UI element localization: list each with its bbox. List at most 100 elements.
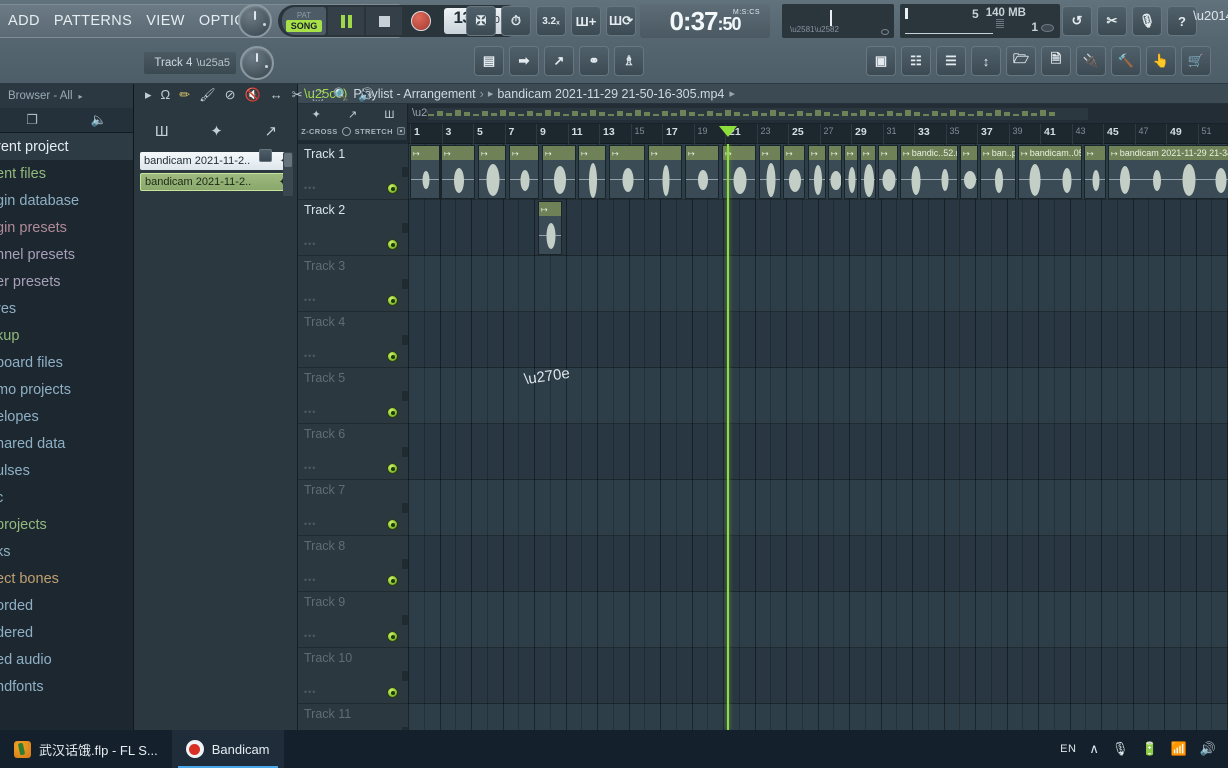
track-volume-knob[interactable] [240, 46, 274, 80]
stretch-toggle[interactable] [396, 127, 405, 135]
browser-item-plugin-presets[interactable]: gin presets [0, 214, 133, 241]
playlist-overview-scrollbar[interactable]: \u2039 [408, 104, 1228, 124]
browser-item-project-bones[interactable]: ect bones [0, 565, 133, 592]
menu-item-patterns[interactable]: PATTERNS [47, 13, 139, 29]
record-button[interactable] [404, 7, 438, 35]
track-enable-led[interactable] [387, 631, 398, 642]
audio-clip[interactable]: ↦ [860, 145, 876, 199]
track-header-10[interactable]: Track 10 ••• [298, 648, 408, 704]
audio-clip[interactable]: ↦ [759, 145, 781, 199]
audio-clip-header[interactable]: ↦ [809, 146, 825, 160]
oscilloscope-panel[interactable]: \u2581\u2582 [782, 4, 894, 38]
select-tool-icon[interactable]: ⬚ [312, 87, 324, 103]
audio-clip-header[interactable]: ↦ [961, 146, 977, 160]
picker-scrollbar[interactable] [283, 152, 293, 196]
audio-clip[interactable]: ↦bandicam 2021-11-29 21-34-16-052.mp4 [1108, 145, 1228, 199]
audio-clip-header[interactable]: ↦ban..p4 [981, 146, 1015, 160]
browser-item-current-project[interactable]: rent project [0, 133, 133, 160]
audio-clip-header[interactable]: ↦ [829, 146, 841, 160]
track-options-dots[interactable]: ••• [304, 575, 316, 585]
track-enable-led[interactable] [387, 463, 398, 474]
automation-icon[interactable]: ↗ [265, 122, 278, 140]
browser-item-sliced-audio[interactable]: ed audio [0, 646, 133, 673]
shop-button[interactable]: 🛒 [1181, 46, 1211, 76]
audio-clip[interactable]: ↦ [478, 145, 506, 199]
overlay-button[interactable]: Ш⟳ [606, 6, 636, 36]
plugin-database-button[interactable]: 🔨 [1111, 46, 1141, 76]
waveform-icon[interactable]: ✦ [312, 108, 321, 121]
chevron-up-icon[interactable]: ∧ [1089, 741, 1099, 757]
memory-dropdown[interactable] [1041, 24, 1054, 32]
audio-clip-header[interactable]: ↦ [411, 146, 439, 160]
audio-clip[interactable]: ↦ [538, 201, 562, 255]
audio-clip[interactable]: ↦bandicam..052.m [1018, 145, 1082, 199]
audio-clip-header[interactable]: ↦ [539, 202, 561, 216]
window-minimize-button[interactable]: \u2014 [1193, 4, 1228, 26]
track-header-2[interactable]: Track 2 ••• [298, 200, 408, 256]
edison-record-button[interactable]: 🎙 [1132, 6, 1162, 36]
browser-menu-arrow[interactable]: ▸ [79, 92, 83, 101]
time-display[interactable]: 0:37:50 M:S:CS [640, 4, 770, 38]
piano-roll-button[interactable]: ☰ [936, 46, 966, 76]
step-sequencer-window-button[interactable]: ☷ [901, 46, 931, 76]
automation-button[interactable]: ↗ [544, 46, 574, 76]
browser-item-misc[interactable]: c [0, 484, 133, 511]
typing-keyboard-to-piano-button[interactable]: ✠ [466, 6, 496, 36]
cut-button[interactable]: ✂ [1097, 6, 1127, 36]
audio-clip-header[interactable]: ↦ [479, 146, 505, 160]
browser-item-soundfonts[interactable]: ndfonts [0, 673, 133, 700]
browser-header[interactable]: Browser - All ▸ [0, 84, 133, 108]
audio-clip-header[interactable]: ↦ [649, 146, 681, 160]
metronome-button[interactable]: ⏱ [501, 6, 531, 36]
audio-clip[interactable]: ↦ [1084, 145, 1106, 199]
link-button[interactable]: ⚭ [579, 46, 609, 76]
taskbar-app-fl-studio[interactable]: 武汉话饿.flp - FL S... [0, 730, 172, 768]
track-header-3[interactable]: Track 3 ••• [298, 256, 408, 312]
project-picker-button[interactable]: 🗎 [1041, 46, 1071, 76]
track-enable-led[interactable] [387, 239, 398, 250]
audio-clip[interactable]: ↦ [578, 145, 606, 199]
audio-clip[interactable]: ↦ [542, 145, 576, 199]
audio-clip-header[interactable]: ↦ [879, 146, 897, 160]
file-prev-arrow[interactable]: ▸ [488, 87, 494, 100]
wifi-icon[interactable]: 📶 [1171, 741, 1187, 757]
playlist-time-ruler[interactable]: 1 3 5 7 9 11 13 15 17 19 21 23 25 27 29 31 33 35 37 39 41 43 4… [408, 124, 1228, 144]
audio-clip-header[interactable]: ↦ [686, 146, 718, 160]
track-header-8[interactable]: Track 8 ••• [298, 536, 408, 592]
step-sequencer-button[interactable]: ▤ [474, 46, 504, 76]
zcross-toggle[interactable] [341, 126, 351, 136]
microphone-icon[interactable]: 🎙 [1112, 741, 1129, 757]
browser-item-shared-data[interactable]: hared data [0, 430, 133, 457]
track-header-6[interactable]: Track 6 ••• [298, 424, 408, 480]
picker-clip-item[interactable]: bandicam 2021-11-2..✦ [140, 173, 292, 191]
playlist-button[interactable]: ▣ [866, 46, 896, 76]
audio-clip-header[interactable]: ↦ [579, 146, 605, 160]
pencil-tool-icon[interactable]: ✏ [179, 87, 190, 103]
audio-clip-header[interactable]: ↦ [861, 146, 875, 160]
audio-clip-header[interactable]: ↦ [760, 146, 780, 160]
browser-item-my-projects[interactable]: projects [0, 511, 133, 538]
track-enable-led[interactable] [387, 351, 398, 362]
browser-item-demo-projects[interactable]: mo projects [0, 376, 133, 403]
arrow-button[interactable]: ➡ [509, 46, 539, 76]
browser-item-impulses[interactable]: ulses [0, 457, 133, 484]
browser-item-envelopes[interactable]: elopes [0, 403, 133, 430]
language-indicator[interactable]: EN [1060, 743, 1076, 755]
track-options-dots[interactable]: ••• [304, 463, 316, 473]
track-enable-led[interactable] [387, 407, 398, 418]
browser-item-plugin-database[interactable]: gin database [0, 187, 133, 214]
audio-clip-header[interactable]: ↦bandic..52.mp [901, 146, 957, 160]
audio-clip[interactable]: ↦ [648, 145, 682, 199]
headphone-icon[interactable]: Ω [161, 87, 171, 102]
piano-roll-icon[interactable]: Ш [384, 109, 394, 121]
audio-clip-header[interactable]: ↦ [1085, 146, 1105, 160]
picker-collapse-button[interactable] [259, 149, 272, 162]
slip-tool-icon[interactable]: ↔ [270, 87, 283, 102]
scope-knob[interactable] [881, 29, 889, 35]
playback-tool-icon[interactable]: 🔊 [358, 87, 374, 103]
slice-tool-icon[interactable]: ✂ [292, 87, 303, 103]
track-options-dots[interactable]: ••• [304, 351, 316, 361]
audio-clip[interactable]: ↦ [685, 145, 719, 199]
file-next-arrow[interactable]: ▸ [729, 87, 735, 100]
track-enable-led[interactable] [387, 687, 398, 698]
